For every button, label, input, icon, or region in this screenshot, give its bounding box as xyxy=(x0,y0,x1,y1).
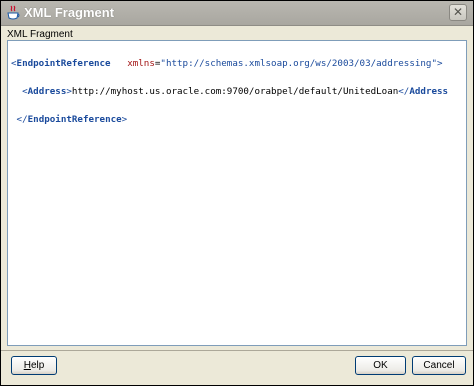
code-line-1: <EndpointReference xmlns="http://schemas… xyxy=(11,57,466,71)
tag-name: EndpointReference xyxy=(16,58,111,69)
ok-button[interactable]: OK xyxy=(355,356,406,375)
end-tag-open-bracket: </ xyxy=(16,114,28,125)
close-icon[interactable]: ✕ xyxy=(449,4,467,21)
tag-close-bracket: > xyxy=(121,114,128,125)
help-label-rest: elp xyxy=(30,360,45,371)
window-title: XML Fragment xyxy=(24,5,115,20)
section-label: XML Fragment xyxy=(7,29,73,40)
xml-editor[interactable]: <EndpointReference xmlns="http://schemas… xyxy=(7,40,467,346)
attribute-value: "http://schemas.xmlsoap.org/ws/2003/03/a… xyxy=(160,58,437,69)
code-line-3: </EndpointReference> xyxy=(11,113,466,127)
help-button[interactable]: Help xyxy=(11,356,57,375)
code-line-2: <Address>http://myhost.us.oracle.com:970… xyxy=(11,85,466,99)
java-cup-icon xyxy=(6,5,20,21)
cancel-button[interactable]: Cancel xyxy=(412,356,466,375)
attribute-name: xmlns xyxy=(127,58,155,69)
end-tag-name: EndpointReference xyxy=(27,114,122,125)
tag-name: Address xyxy=(27,86,67,97)
address-text: http://myhost.us.oracle.com:9700/orabpel… xyxy=(71,86,399,97)
title-bar[interactable]: XML Fragment ✕ xyxy=(1,1,473,26)
help-mnemonic: H xyxy=(23,360,31,371)
xml-fragment-dialog: XML Fragment ✕ XML Fragment <EndpointRef… xyxy=(0,0,474,386)
end-tag-open-bracket: </ xyxy=(398,86,410,97)
tag-close-bracket: > xyxy=(437,58,443,69)
end-tag-name: Address xyxy=(409,86,449,97)
footer-divider xyxy=(1,350,473,351)
